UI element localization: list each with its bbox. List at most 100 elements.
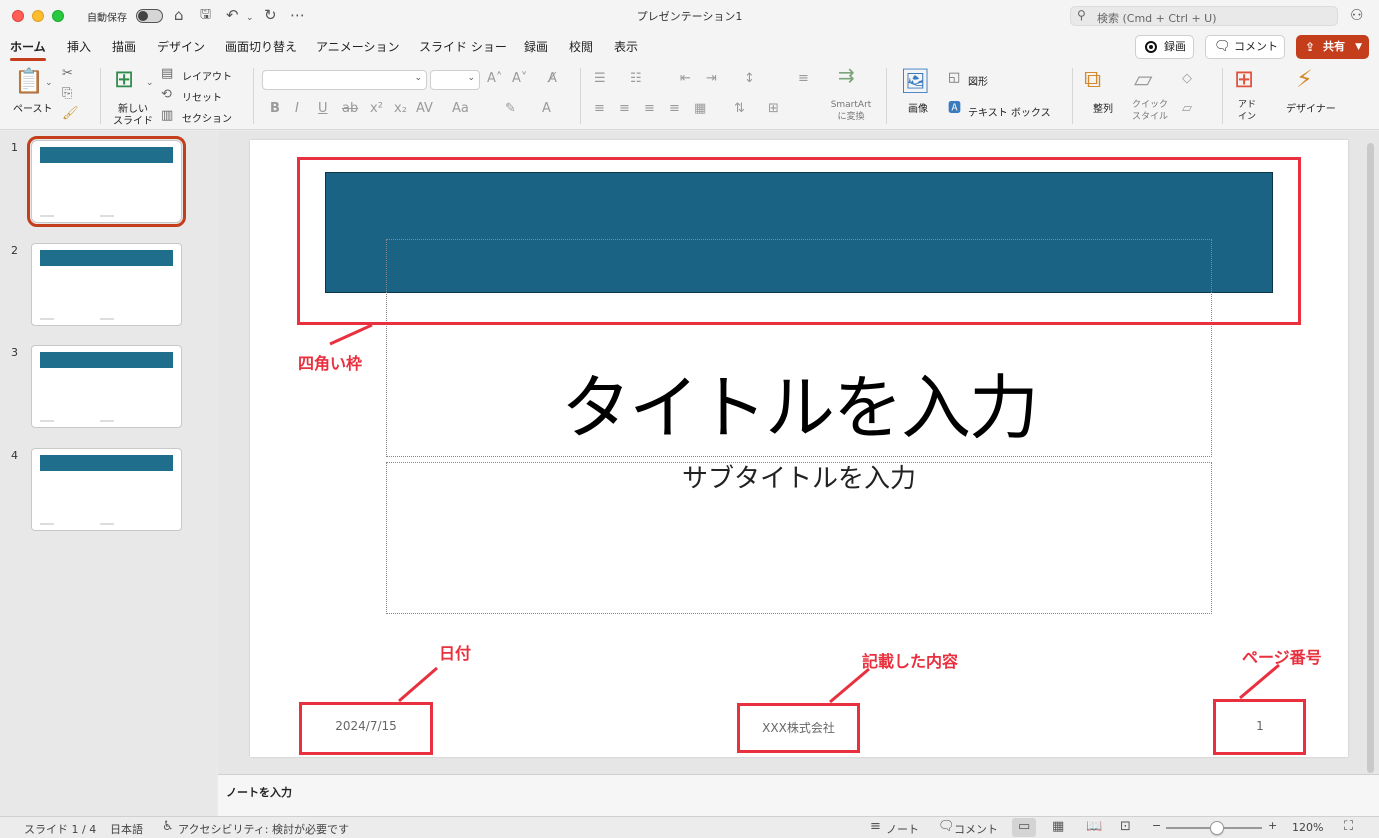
character-spacing-icon[interactable]: AV [416, 102, 433, 116]
highlight-icon[interactable]: ✎ [505, 102, 516, 116]
slide-subtitle-text[interactable]: サブタイトルを入力 [386, 463, 1212, 495]
align-center-icon[interactable]: ≡ [619, 102, 630, 116]
fit-to-window-icon[interactable]: ⛶ [1344, 819, 1353, 834]
shape-outline-icon[interactable]: ▱ [1182, 102, 1192, 116]
zoom-slider-knob[interactable] [1210, 821, 1224, 835]
numbering-icon[interactable]: ☷ [630, 72, 642, 86]
format-painter-icon[interactable]: 🖌 [62, 107, 79, 121]
reset-button[interactable]: リセット [182, 89, 222, 104]
slide-thumbnail-2[interactable] [31, 243, 182, 326]
align-text-icon[interactable]: ⊞ [768, 102, 779, 116]
addins-icon[interactable]: ⊞ [1234, 66, 1254, 92]
tab-home[interactable]: ホーム [10, 38, 46, 55]
picture-icon[interactable]: 🖼 [900, 68, 930, 94]
paste-dropdown-icon[interactable]: ⌄ [45, 76, 53, 90]
paste-icon[interactable]: 📋 [14, 68, 44, 94]
underline-icon[interactable]: U [318, 102, 328, 116]
save-icon[interactable]: 🖫 [200, 6, 211, 24]
slideshow-icon[interactable]: ⊡ [1120, 819, 1131, 834]
increase-font-icon[interactable]: A˄ [487, 72, 502, 86]
search-input[interactable]: ⚲ 検索 (Cmd + Ctrl + U) [1070, 6, 1338, 26]
align-left-icon[interactable]: ≡ [594, 102, 605, 116]
zoom-level[interactable]: 120% [1292, 821, 1323, 834]
accessibility-status[interactable]: アクセシビリティ: 検討が必要です [178, 821, 349, 837]
slide-title-text[interactable]: タイトルを入力 [386, 368, 1212, 448]
designer-icon[interactable]: ⚡ [1296, 66, 1313, 92]
bold-icon[interactable]: B [270, 102, 280, 116]
section-icon[interactable]: ▥ [161, 109, 173, 123]
font-size-select[interactable]: ⌄ [430, 70, 480, 90]
undo-dropdown-icon[interactable]: ⌄ [246, 9, 254, 27]
new-slide-icon[interactable]: ⊞ [114, 66, 134, 92]
tab-insert[interactable]: 挿入 [67, 38, 91, 55]
language-indicator[interactable]: 日本語 [110, 821, 143, 837]
shapes-icon[interactable]: ◱ [948, 71, 960, 85]
layout-icon[interactable]: ▤ [161, 67, 173, 81]
bullets-icon[interactable]: ☰ [594, 72, 606, 86]
tab-transitions[interactable]: 画面切り替え [225, 38, 297, 55]
line-spacing-icon[interactable]: ↕ [744, 72, 755, 86]
italic-icon[interactable]: I [295, 102, 299, 116]
reading-view-icon[interactable]: 📖 [1086, 819, 1102, 834]
justify-icon[interactable]: ≡ [669, 102, 680, 116]
text-direction-icon[interactable]: ⇅ [734, 102, 745, 116]
zoom-window-button[interactable] [52, 10, 64, 22]
notes-icon[interactable]: ≡ [870, 819, 881, 834]
arrange-icon[interactable]: ⧉ [1084, 66, 1101, 92]
change-case-icon[interactable]: Aa [452, 102, 469, 116]
tab-draw[interactable]: 描画 [112, 38, 136, 55]
autosave-toggle[interactable] [136, 9, 163, 23]
shape-fill-icon[interactable]: ◇ [1182, 72, 1192, 86]
account-icon[interactable]: ⚇ [1350, 6, 1363, 24]
redo-icon[interactable]: ↻ [264, 6, 277, 24]
comment-icon[interactable]: 🗨 [938, 819, 955, 834]
shapes-button[interactable]: 図形 [968, 73, 988, 88]
tab-review[interactable]: 校閲 [569, 38, 593, 55]
slide-thumbnail-1[interactable] [27, 136, 186, 227]
reset-icon[interactable]: ⟲ [161, 88, 172, 102]
comments-button[interactable]: 🗨 コメント [1205, 35, 1285, 59]
zoom-in-icon[interactable]: + [1268, 819, 1277, 832]
notes-pane[interactable]: ノートを入力 [218, 774, 1379, 816]
section-button[interactable]: セクション [182, 110, 232, 125]
slide-thumbnail-3[interactable] [31, 345, 182, 428]
distribute-icon[interactable]: ▦ [694, 102, 706, 116]
vertical-scrollbar[interactable] [1367, 143, 1374, 773]
new-slide-dropdown-icon[interactable]: ⌄ [146, 76, 154, 90]
accessibility-icon[interactable]: ♿ [162, 819, 174, 834]
copy-icon[interactable]: ⎘ [62, 87, 72, 101]
font-color-icon[interactable]: A [542, 102, 551, 116]
decrease-font-icon[interactable]: A˅ [512, 72, 527, 86]
subscript-icon[interactable]: x₂ [394, 102, 407, 116]
textbox-icon[interactable]: 🅰 [948, 102, 961, 116]
tab-design[interactable]: デザイン [157, 38, 205, 55]
increase-indent-icon[interactable]: ⇥ [706, 72, 717, 86]
share-button[interactable]: ⇪ 共有 ▼ [1296, 35, 1369, 59]
clear-format-icon[interactable]: A̸ [548, 72, 557, 86]
undo-icon[interactable]: ↶ [226, 6, 239, 24]
layout-button[interactable]: レイアウト [182, 68, 232, 83]
more-icon[interactable]: ⋯ [290, 6, 305, 24]
cut-icon[interactable]: ✂ [62, 67, 73, 81]
smartart-icon[interactable]: ⇉ [838, 65, 855, 85]
notes-toggle[interactable]: ノート [886, 821, 919, 837]
strikethrough-icon[interactable]: ab [342, 102, 358, 116]
slide-thumbnail-4[interactable] [31, 448, 182, 531]
tab-record[interactable]: 録画 [524, 38, 548, 55]
superscript-icon[interactable]: x² [370, 102, 383, 116]
record-button[interactable]: 録画 [1135, 35, 1194, 59]
textbox-button[interactable]: テキスト ボックス [968, 104, 1051, 119]
align-right-icon[interactable]: ≡ [644, 102, 655, 116]
columns-icon[interactable]: ≡ [798, 72, 809, 86]
comments-toggle[interactable]: コメント [954, 821, 998, 837]
tab-view[interactable]: 表示 [614, 38, 638, 55]
tab-animations[interactable]: アニメーション [316, 38, 400, 55]
home-icon[interactable]: ⌂ [174, 6, 184, 24]
close-window-button[interactable] [12, 10, 24, 22]
font-family-select[interactable]: ⌄ [262, 70, 427, 90]
tab-slideshow[interactable]: スライド ショー [419, 38, 507, 55]
slide-sorter-icon[interactable]: ▦ [1052, 819, 1064, 834]
quick-styles-icon[interactable]: ▱ [1134, 66, 1152, 92]
decrease-indent-icon[interactable]: ⇤ [680, 72, 691, 86]
minimize-window-button[interactable] [32, 10, 44, 22]
